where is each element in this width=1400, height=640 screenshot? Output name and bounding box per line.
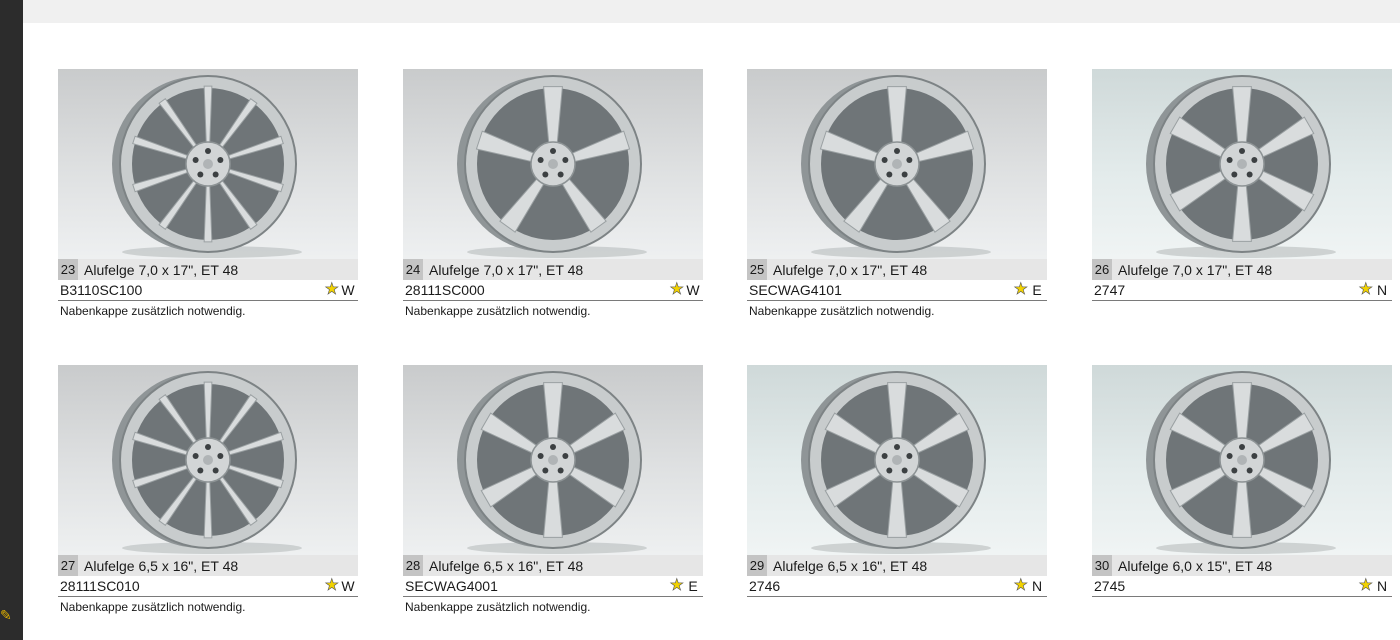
product-photo [58, 365, 358, 555]
product-photo [403, 365, 703, 555]
product-code-row: 28111SC000 ★ W [403, 280, 703, 301]
star-icon: ★ [1358, 281, 1373, 298]
product-note [747, 597, 1047, 616]
product-photo [1092, 365, 1392, 555]
availability-mark: ★ W [324, 577, 358, 594]
star-icon: ★ [1013, 577, 1028, 594]
product-title-bar: 30 Alufelge 6,0 x 15", ET 48 [1092, 555, 1392, 576]
wheel-image [457, 75, 647, 258]
star-icon: ★ [324, 577, 339, 594]
wheel-image [457, 371, 647, 554]
product-code-row: 2746 ★ N [747, 576, 1047, 597]
comment-icon[interactable]: ✎ [0, 605, 14, 625]
product-photo [1092, 69, 1392, 259]
product-photo [747, 365, 1047, 555]
product-title-bar: 29 Alufelge 6,5 x 16", ET 48 [747, 555, 1047, 576]
availability-letter: N [1376, 282, 1388, 298]
availability-mark: ★ N [1358, 577, 1392, 594]
wheel-image [1146, 371, 1336, 554]
availability-mark: ★ N [1013, 577, 1047, 594]
star-icon: ★ [669, 281, 684, 298]
product-code: 28111SC000 [405, 282, 485, 298]
product-card: 26 Alufelge 7,0 x 17", ET 48 2747 ★ N [1092, 69, 1392, 320]
top-band [23, 0, 1400, 23]
product-title: Alufelge 6,0 x 15", ET 48 [1118, 557, 1273, 574]
product-note: Nabenkappe zusätzlich notwendig. [749, 304, 935, 318]
availability-letter: W [341, 578, 355, 594]
product-card: 29 Alufelge 6,5 x 16", ET 48 2746 ★ N [747, 365, 1047, 616]
product-code: 2747 [1094, 282, 1126, 298]
availability-mark: ★ E [669, 577, 703, 594]
product-title: Alufelge 6,5 x 16", ET 48 [429, 557, 584, 574]
product-card: 27 Alufelge 6,5 x 16", ET 48 28111SC010 ★ W N… [58, 365, 358, 616]
availability-letter: N [1376, 578, 1388, 594]
product-card: 24 Alufelge 7,0 x 17", ET 48 28111SC000 ★ W N… [403, 69, 703, 320]
product-title: Alufelge 7,0 x 17", ET 48 [429, 261, 584, 278]
product-card: 30 Alufelge 6,0 x 15", ET 48 2745 ★ N [1092, 365, 1392, 616]
product-card: 28 Alufelge 6,5 x 16", ET 48 SECWAG4001 ★ E N… [403, 365, 703, 616]
product-note [1092, 301, 1392, 320]
product-title-bar: 23 Alufelge 7,0 x 17", ET 48 [58, 259, 358, 280]
product-code: B3110SC100 [60, 282, 143, 298]
product-note: Nabenkappe zusätzlich notwendig. [60, 600, 246, 614]
product-number: 29 [747, 555, 767, 576]
product-photo [58, 69, 358, 259]
product-note: Nabenkappe zusätzlich notwendig. [405, 304, 591, 318]
product-code-row: 2745 ★ N [1092, 576, 1392, 597]
left-rail: ✎ [0, 0, 23, 640]
product-note [1092, 597, 1392, 616]
product-title: Alufelge 7,0 x 17", ET 48 [1118, 261, 1273, 278]
availability-mark: ★ W [324, 281, 358, 298]
product-number: 27 [58, 555, 78, 576]
product-code-row: B3110SC100 ★ W [58, 280, 358, 301]
product-title-bar: 26 Alufelge 7,0 x 17", ET 48 [1092, 259, 1392, 280]
product-card: 25 Alufelge 7,0 x 17", ET 48 SECWAG4101 ★ E N… [747, 69, 1047, 320]
availability-letter: E [1032, 282, 1042, 298]
availability-mark: ★ N [1358, 281, 1392, 298]
product-title: Alufelge 6,5 x 16", ET 48 [773, 557, 928, 574]
star-icon: ★ [324, 281, 339, 298]
product-code: 28111SC010 [60, 578, 140, 594]
wheel-image [801, 75, 991, 258]
product-note: Nabenkappe zusätzlich notwendig. [405, 600, 591, 614]
availability-letter: W [686, 282, 700, 298]
availability-mark: ★ W [669, 281, 703, 298]
product-number: 25 [747, 259, 767, 280]
product-number: 30 [1092, 555, 1112, 576]
star-icon: ★ [669, 577, 684, 594]
product-photo [747, 69, 1047, 259]
product-title-bar: 25 Alufelge 7,0 x 17", ET 48 [747, 259, 1047, 280]
product-title: Alufelge 7,0 x 17", ET 48 [773, 261, 928, 278]
wheel-image [112, 75, 302, 258]
product-code-row: SECWAG4101 ★ E [747, 280, 1047, 301]
product-code: SECWAG4001 [405, 578, 498, 594]
wheel-image [112, 371, 302, 554]
product-code: 2745 [1094, 578, 1126, 594]
product-title-bar: 28 Alufelge 6,5 x 16", ET 48 [403, 555, 703, 576]
product-number: 23 [58, 259, 78, 280]
product-number: 24 [403, 259, 423, 280]
product-title: Alufelge 6,5 x 16", ET 48 [84, 557, 239, 574]
product-code-row: 2747 ★ N [1092, 280, 1392, 301]
star-icon: ★ [1358, 577, 1373, 594]
product-code-row: SECWAG4001 ★ E [403, 576, 703, 597]
product-number: 28 [403, 555, 423, 576]
product-code: SECWAG4101 [749, 282, 842, 298]
availability-letter: N [1031, 578, 1043, 594]
availability-mark: ★ E [1013, 281, 1047, 298]
product-code: 2746 [749, 578, 781, 594]
availability-letter: W [341, 282, 355, 298]
star-icon: ★ [1013, 281, 1028, 298]
product-code-row: 28111SC010 ★ W [58, 576, 358, 597]
wheel-image [801, 371, 991, 554]
availability-letter: E [688, 578, 698, 594]
product-photo [403, 69, 703, 259]
product-title-bar: 27 Alufelge 6,5 x 16", ET 48 [58, 555, 358, 576]
product-note: Nabenkappe zusätzlich notwendig. [60, 304, 246, 318]
product-title-bar: 24 Alufelge 7,0 x 17", ET 48 [403, 259, 703, 280]
product-number: 26 [1092, 259, 1112, 280]
product-card: 23 Alufelge 7,0 x 17", ET 48 B3110SC100 ★ W N… [58, 69, 358, 320]
product-title: Alufelge 7,0 x 17", ET 48 [84, 261, 239, 278]
wheel-image [1146, 75, 1336, 258]
